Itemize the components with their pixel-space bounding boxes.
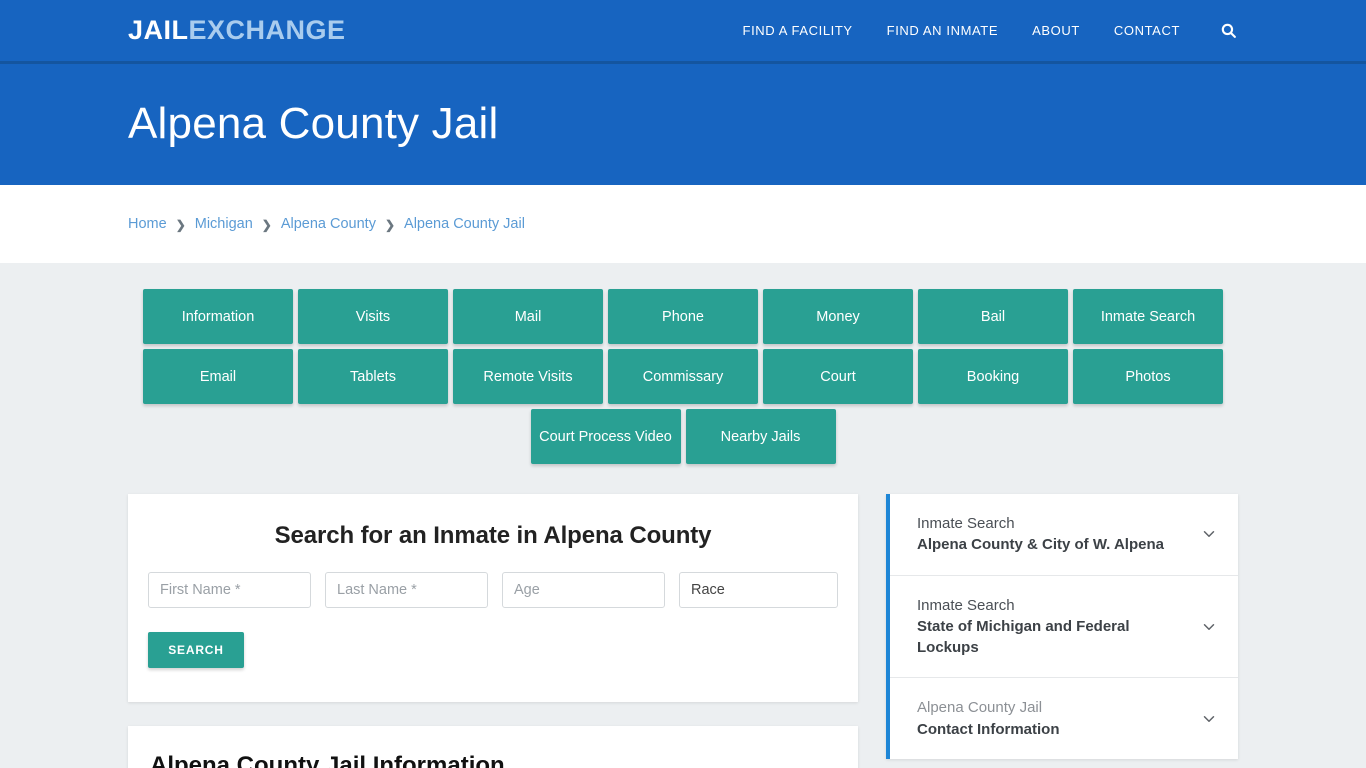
breadcrumb-item-home[interactable]: Home	[128, 216, 167, 232]
nav-item-find-a-facility[interactable]: FIND A FACILITY	[743, 23, 853, 38]
accordion-item-line1: Alpena County Jail	[917, 699, 1043, 717]
accordion-item-line2: Alpena County & City of W. Alpena	[917, 536, 1164, 554]
tile-phone[interactable]: Phone	[608, 289, 758, 344]
breadcrumb-band: Home ❯ Michigan ❯ Alpena County ❯ Alpena…	[0, 185, 1366, 263]
tile-inmate-search[interactable]: Inmate Search	[1073, 289, 1223, 344]
chevron-down-icon[interactable]	[1200, 525, 1218, 543]
nav-item-contact[interactable]: CONTACT	[1114, 23, 1180, 38]
tile-nearby-jails[interactable]: Nearby Jails	[685, 409, 836, 464]
page-title: Alpena County Jail	[128, 99, 499, 149]
tile-court[interactable]: Court	[763, 349, 913, 404]
main-nav: FIND A FACILITY FIND AN INMATE ABOUT CON…	[743, 21, 1238, 41]
accordion-item-text: Alpena County Jail Contact Information	[917, 697, 1060, 740]
jail-information-card: Alpena County Jail Information	[128, 726, 858, 768]
nav-item-find-an-inmate[interactable]: FIND AN INMATE	[887, 23, 998, 38]
tile-commissary[interactable]: Commissary	[608, 349, 758, 404]
accordion-item-line1: Inmate Search	[917, 515, 1015, 532]
tile-court-process-video[interactable]: Court Process Video	[530, 409, 681, 464]
tile-mail[interactable]: Mail	[453, 289, 603, 344]
tile-booking[interactable]: Booking	[918, 349, 1068, 404]
breadcrumb-item-alpena-county[interactable]: Alpena County	[281, 216, 376, 232]
tile-visits[interactable]: Visits	[298, 289, 448, 344]
search-icon[interactable]	[1218, 21, 1238, 41]
age-input[interactable]	[502, 572, 665, 608]
inmate-search-heading: Search for an Inmate in Alpena County	[274, 522, 712, 549]
last-name-input[interactable]	[325, 572, 488, 608]
inmate-search-fields: Race	[146, 572, 840, 608]
breadcrumb-item-alpena-county-jail[interactable]: Alpena County Jail	[404, 216, 525, 232]
nav-item-about[interactable]: ABOUT	[1032, 23, 1080, 38]
race-select[interactable]: Race	[679, 572, 838, 608]
content-wrapper: Search for an Inmate in Alpena County Ra…	[128, 494, 1238, 768]
tile-remote-visits[interactable]: Remote Visits	[453, 349, 603, 404]
accordion-item-line2: State of Michigan and Federal Lockups	[917, 617, 1130, 657]
accordion-item-inmate-search-state-federal[interactable]: Inmate Search State of Michigan and Fede…	[890, 576, 1238, 679]
accordion-item-contact-information[interactable]: Alpena County Jail Contact Information	[890, 678, 1238, 759]
accordion-item-text: Inmate Search Alpena County & City of W.…	[917, 513, 1164, 556]
tile-tablets[interactable]: Tablets	[298, 349, 448, 404]
top-navigation-bar: JAILEXCHANGE FIND A FACILITY FIND AN INM…	[0, 0, 1366, 64]
tile-grid-row-3: Court Process Video Nearby Jails	[0, 409, 1366, 464]
breadcrumb: Home ❯ Michigan ❯ Alpena County ❯ Alpena…	[128, 216, 525, 232]
main-column: Search for an Inmate in Alpena County Ra…	[128, 494, 858, 768]
breadcrumb-separator-icon: ❯	[175, 218, 186, 232]
first-name-input[interactable]	[148, 572, 311, 608]
tile-money[interactable]: Money	[763, 289, 913, 344]
chevron-down-icon[interactable]	[1200, 618, 1218, 636]
tile-email[interactable]: Email	[143, 349, 293, 404]
tile-information[interactable]: Information	[143, 289, 293, 344]
page-body: Information Visits Mail Phone Money Bail…	[0, 263, 1366, 768]
sidebar-accordion: Inmate Search Alpena County & City of W.…	[886, 494, 1238, 760]
facility-section-tiles: Information Visits Mail Phone Money Bail…	[0, 289, 1366, 464]
search-button[interactable]: SEARCH	[148, 632, 244, 668]
breadcrumb-separator-icon: ❯	[384, 218, 396, 232]
content-columns: Search for an Inmate in Alpena County Ra…	[128, 494, 1238, 768]
inmate-search-card: Search for an Inmate in Alpena County Ra…	[128, 494, 858, 702]
logo-text-secondary: EXCHANGE	[188, 15, 346, 45]
tile-photos[interactable]: Photos	[1073, 349, 1223, 404]
sidebar-column: Inmate Search Alpena County & City of W.…	[886, 494, 1238, 760]
breadcrumb-item-michigan[interactable]: Michigan	[195, 216, 253, 232]
accordion-item-inmate-search-county[interactable]: Inmate Search Alpena County & City of W.…	[890, 494, 1238, 576]
tile-grid-rows-1-2: Information Visits Mail Phone Money Bail…	[136, 289, 1230, 404]
page-hero: Alpena County Jail	[0, 64, 1366, 185]
breadcrumb-separator-icon: ❯	[261, 218, 272, 232]
jail-information-heading: Alpena County Jail Information	[150, 752, 505, 768]
accordion-item-text: Inmate Search State of Michigan and Fede…	[917, 595, 1186, 659]
logo-text-primary: JAIL	[128, 15, 189, 45]
accordion-item-line1: Inmate Search	[917, 596, 1015, 614]
accordion-item-line2: Contact Information	[917, 720, 1060, 738]
site-logo[interactable]: JAILEXCHANGE	[128, 17, 346, 44]
chevron-down-icon[interactable]	[1200, 710, 1218, 728]
tile-bail[interactable]: Bail	[918, 289, 1068, 344]
